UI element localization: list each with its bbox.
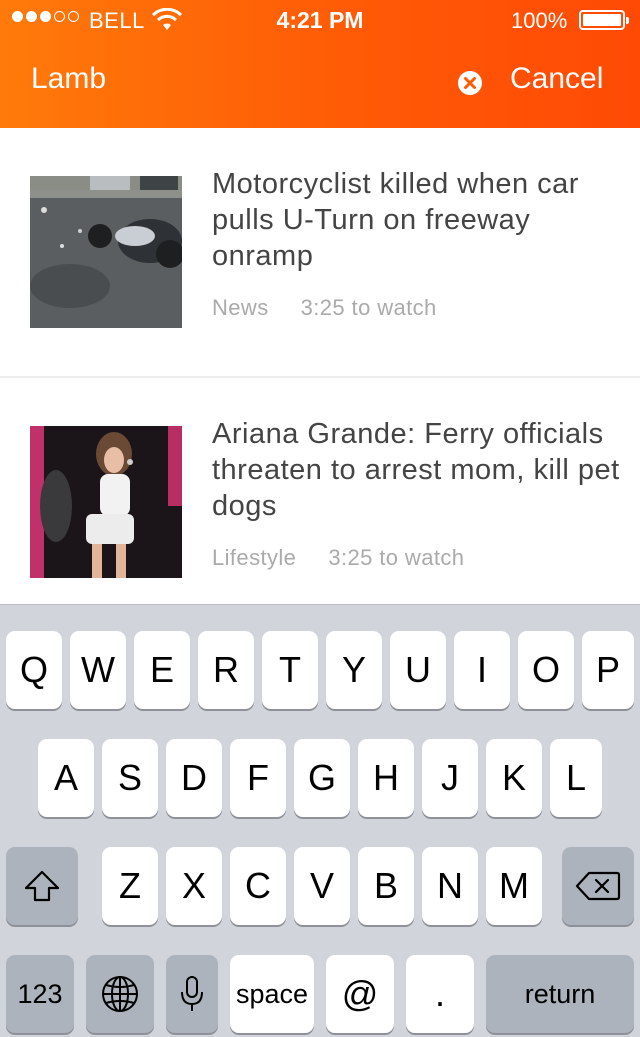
battery-icon [579, 10, 629, 30]
key-h[interactable]: H [358, 739, 414, 817]
key-u[interactable]: U [390, 631, 446, 709]
result-duration: 3:25 to watch [328, 545, 465, 570]
key-l[interactable]: L [550, 739, 602, 817]
key-x[interactable]: X [166, 847, 222, 925]
return-key[interactable]: return [486, 955, 634, 1033]
key-o[interactable]: O [518, 631, 574, 709]
key-g[interactable]: G [294, 739, 350, 817]
key-r[interactable]: R [198, 631, 254, 709]
key-j[interactable]: J [422, 739, 478, 817]
backspace-icon [575, 871, 621, 901]
key-k[interactable]: K [486, 739, 542, 817]
cancel-button[interactable]: Cancel [510, 62, 603, 96]
period-key[interactable]: . [406, 955, 474, 1033]
result-duration: 3:25 to watch [300, 295, 437, 320]
key-q[interactable]: Q [6, 631, 62, 709]
key-z[interactable]: Z [102, 847, 158, 925]
key-e[interactable]: E [134, 631, 190, 709]
at-key[interactable]: @ [326, 955, 394, 1033]
result-title[interactable]: Ariana Grande: Ferry officials threaten … [212, 416, 622, 524]
globe-icon [102, 976, 138, 1012]
key-f[interactable]: F [230, 739, 286, 817]
result-category: Lifestyle [212, 545, 297, 570]
video-thumbnail[interactable] [30, 426, 182, 578]
key-m[interactable]: M [486, 847, 542, 925]
status-bar: BELL 4:21 PM 100% [0, 0, 640, 40]
search-query[interactable]: Lamb [31, 62, 106, 96]
key-p[interactable]: P [582, 631, 634, 709]
search-results-list: Motorcyclist killed when car pulls U-Tur… [0, 128, 640, 628]
space-key[interactable]: space [230, 955, 314, 1033]
key-t[interactable]: T [262, 631, 318, 709]
on-screen-keyboard: Q W E R T Y U I O P A S D F G H J K L Z … [0, 604, 640, 1037]
battery-percentage: 100% [511, 8, 568, 33]
result-meta: Lifestyle 3:25 to watch [212, 545, 464, 571]
key-s[interactable]: S [102, 739, 158, 817]
key-a[interactable]: A [38, 739, 94, 817]
shift-icon [24, 870, 60, 902]
key-c[interactable]: C [230, 847, 286, 925]
result-item-motorcycle[interactable]: Motorcyclist killed when car pulls U-Tur… [0, 128, 640, 378]
key-b[interactable]: B [358, 847, 414, 925]
result-category: News [212, 295, 269, 320]
result-title[interactable]: Motorcyclist killed when car pulls U-Tur… [212, 166, 622, 274]
key-y[interactable]: Y [326, 631, 382, 709]
result-item-ariana[interactable]: Ariana Grande: Ferry officials threaten … [0, 378, 640, 628]
clear-search-icon[interactable] [457, 70, 483, 96]
delete-key[interactable] [562, 847, 634, 925]
numbers-key[interactable]: 123 [6, 955, 74, 1033]
key-d[interactable]: D [166, 739, 222, 817]
dictation-key[interactable] [166, 955, 218, 1033]
key-w[interactable]: W [70, 631, 126, 709]
result-meta: News 3:25 to watch [212, 295, 437, 321]
key-n[interactable]: N [422, 847, 478, 925]
search-header: BELL 4:21 PM 100% Lamb Cancel [0, 0, 640, 128]
video-thumbnail[interactable] [30, 176, 182, 328]
key-i[interactable]: I [454, 631, 510, 709]
key-v[interactable]: V [294, 847, 350, 925]
shift-key[interactable] [6, 847, 78, 925]
microphone-icon [181, 976, 203, 1011]
globe-key[interactable] [86, 955, 154, 1033]
